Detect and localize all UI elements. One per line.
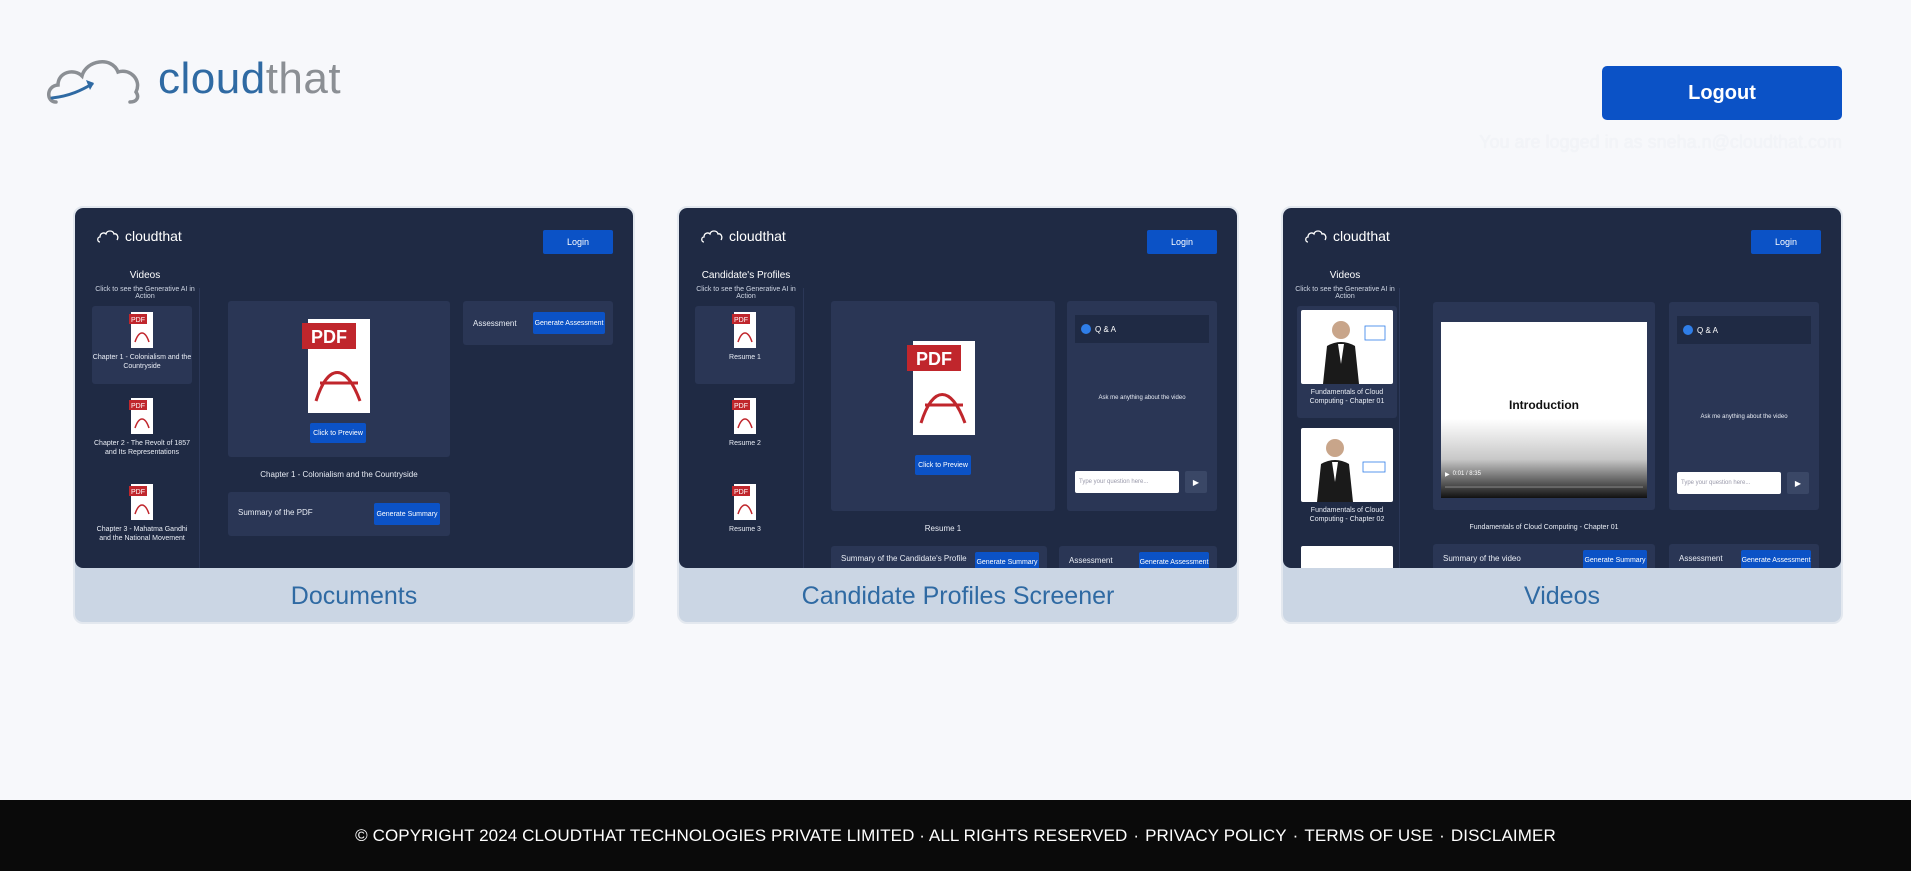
mini-qa-panel: Q & A Ask me anything about the video Ty… bbox=[1669, 302, 1819, 510]
mini-side-title: Candidate's Profiles bbox=[701, 270, 791, 281]
feature-cards: cloudthat Login Videos Click to see the … bbox=[73, 206, 1843, 624]
mini-assessment-panel: Assessment Generate Assessment bbox=[463, 301, 613, 345]
mini-preview-button: Click to Preview bbox=[310, 423, 366, 443]
pdf-icon: PDF bbox=[907, 341, 975, 435]
candidate-profiles-preview-image: cloudthat Login Candidate's Profiles Cli… bbox=[679, 208, 1237, 568]
cloud-logo-icon bbox=[701, 230, 723, 243]
mini-list-item: PDF Chapter 1 - Colonialism and the Coun… bbox=[92, 306, 192, 384]
mini-summary-panel: Summary of the video Generate Summary bbox=[1433, 544, 1655, 568]
mini-video-caption: Fundamentals of Cloud Computing - Chapte… bbox=[1469, 524, 1619, 531]
mini-logo: cloudthat bbox=[1305, 228, 1390, 244]
pdf-icon: PDF bbox=[129, 312, 153, 348]
mini-document-panel: PDF Click to Preview bbox=[831, 301, 1055, 511]
mini-summary-panel: Summary of the PDF Generate Summary bbox=[228, 492, 450, 536]
mini-side-title: Videos bbox=[1329, 270, 1361, 281]
mini-divider bbox=[199, 288, 200, 568]
svg-text:PDF: PDF bbox=[916, 349, 952, 369]
chat-bubble-icon bbox=[1683, 325, 1693, 335]
mini-assessment-panel: Assessment Generate Assessment bbox=[1059, 546, 1217, 568]
mini-login-button: Login bbox=[1147, 230, 1217, 254]
send-icon: ▶ bbox=[1185, 471, 1207, 493]
svg-text:PDF: PDF bbox=[734, 317, 748, 324]
mini-logo: cloudthat bbox=[701, 228, 786, 244]
svg-text:PDF: PDF bbox=[131, 403, 145, 410]
mini-login-button: Login bbox=[543, 230, 613, 254]
svg-text:PDF: PDF bbox=[131, 317, 145, 324]
mini-list-item bbox=[1297, 542, 1397, 568]
cloud-logo-icon bbox=[1305, 230, 1327, 243]
footer-separator: · bbox=[1292, 825, 1299, 845]
presenter-image bbox=[1317, 439, 1386, 502]
pdf-icon: PDF bbox=[732, 398, 756, 434]
pdf-icon: PDF bbox=[129, 398, 153, 434]
footer-separator: · bbox=[1133, 825, 1140, 845]
mini-document-panel: PDF Click to Preview bbox=[228, 301, 450, 457]
video-thumbnail bbox=[1301, 546, 1393, 568]
mini-summary-panel: Summary of the Candidate's Profile Gener… bbox=[831, 546, 1047, 568]
candidate-profiles-card[interactable]: cloudthat Login Candidate's Profiles Cli… bbox=[677, 206, 1239, 624]
svg-text:PDF: PDF bbox=[734, 403, 748, 410]
mini-doc-caption: Resume 1 bbox=[924, 524, 962, 533]
presenter-image bbox=[1323, 321, 1386, 384]
play-icon: ▶ bbox=[1445, 472, 1450, 478]
video-thumbnail bbox=[1301, 428, 1393, 502]
chat-bubble-icon bbox=[1081, 324, 1091, 334]
video-thumbnail bbox=[1301, 310, 1393, 384]
mini-list-item: PDF Resume 2 bbox=[695, 392, 795, 462]
card-title[interactable]: Videos bbox=[1283, 568, 1841, 622]
pdf-icon: PDF bbox=[302, 319, 370, 413]
pdf-icon: PDF bbox=[732, 484, 756, 520]
mini-list-item: PDF Chapter 2 - The Revolt of 1857 and I… bbox=[92, 392, 192, 470]
mini-login-button: Login bbox=[1751, 230, 1821, 254]
videos-card[interactable]: cloudthat Login Videos Click to see the … bbox=[1281, 206, 1843, 624]
videos-preview-image: cloudthat Login Videos Click to see the … bbox=[1283, 208, 1841, 568]
mini-divider bbox=[1399, 288, 1400, 568]
logo-text: cloudthat bbox=[158, 54, 342, 103]
mini-list-item: PDF Resume 3 bbox=[695, 478, 795, 548]
terms-of-use-link[interactable]: TERMS OF USE bbox=[1304, 826, 1433, 846]
privacy-policy-link[interactable]: PRIVACY POLICY bbox=[1145, 826, 1287, 846]
mini-qa-panel: Q & A Ask me anything about the video Ty… bbox=[1067, 301, 1217, 511]
pdf-icon: PDF bbox=[129, 484, 153, 520]
logout-button[interactable]: Logout bbox=[1602, 66, 1842, 120]
send-icon: ▶ bbox=[1787, 472, 1809, 494]
copyright-text: © COPYRIGHT 2024 CLOUDTHAT TECHNOLOGIES … bbox=[355, 825, 1128, 845]
mini-doc-caption: Chapter 1 - Colonialism and the Countrys… bbox=[260, 470, 418, 479]
mini-list-item: Fundamentals of Cloud Computing - Chapte… bbox=[1297, 424, 1397, 536]
mini-side-subtitle: Click to see the Generative AI in Action bbox=[1295, 286, 1395, 300]
card-title[interactable]: Documents bbox=[75, 568, 633, 622]
documents-card[interactable]: cloudthat Login Videos Click to see the … bbox=[73, 206, 635, 624]
mini-side-title: Videos bbox=[129, 270, 161, 281]
mini-list-item: Fundamentals of Cloud Computing - Chapte… bbox=[1297, 306, 1397, 418]
mini-video-panel: Introduction ▶ 0:01 / 8:35 bbox=[1433, 302, 1655, 510]
mini-preview-button: Click to Preview bbox=[915, 455, 971, 475]
cloud-logo-icon bbox=[47, 60, 140, 104]
documents-preview-image: cloudthat Login Videos Click to see the … bbox=[75, 208, 633, 568]
cloud-logo-icon bbox=[97, 230, 119, 243]
video-player: Introduction ▶ 0:01 / 8:35 bbox=[1441, 322, 1647, 498]
mini-logo: cloudthat bbox=[97, 228, 182, 244]
logged-in-status: You are logged in as sneha.n@cloudthat.c… bbox=[1479, 132, 1842, 152]
disclaimer-link[interactable]: DISCLAIMER bbox=[1451, 826, 1556, 846]
mini-list-item: PDF Resume 1 bbox=[695, 306, 795, 384]
mini-assessment-panel: Assessment Generate Assessment bbox=[1669, 544, 1819, 568]
mini-side-subtitle: Click to see the Generative AI in Action bbox=[95, 286, 195, 300]
card-title[interactable]: Candidate Profiles Screener bbox=[679, 568, 1237, 622]
mini-list-item: PDF Chapter 3 - Mahatma Gandhi and the N… bbox=[92, 478, 192, 556]
mini-side-subtitle: Click to see the Generative AI in Action bbox=[696, 286, 796, 300]
svg-text:PDF: PDF bbox=[131, 489, 145, 496]
cloudthat-logo[interactable]: cloudthat bbox=[46, 52, 341, 106]
footer-separator: · bbox=[1439, 825, 1445, 845]
footer: © COPYRIGHT 2024 CLOUDTHAT TECHNOLOGIES … bbox=[0, 800, 1911, 871]
mini-divider bbox=[803, 288, 804, 568]
svg-text:PDF: PDF bbox=[311, 327, 347, 347]
svg-text:PDF: PDF bbox=[734, 489, 748, 496]
pdf-icon: PDF bbox=[732, 312, 756, 348]
